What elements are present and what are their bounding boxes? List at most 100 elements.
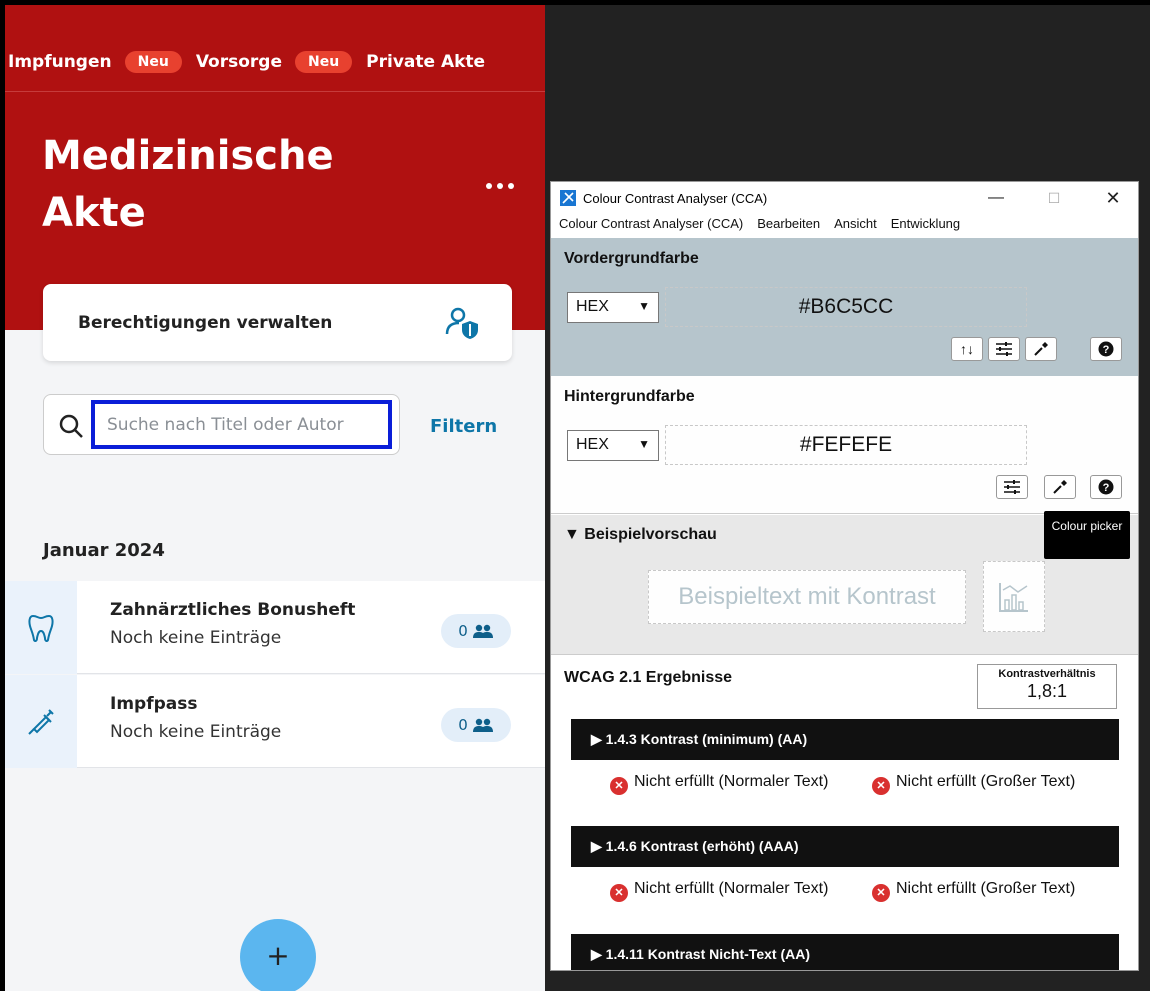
chart-icon	[999, 582, 1028, 612]
people-icon	[472, 718, 493, 732]
result-normal-text: ✕ Nicht erfüllt (Normaler Text)	[610, 773, 840, 795]
fail-icon: ✕	[610, 777, 628, 795]
results-section: WCAG 2.1 Ergebnisse Kontrastverhältnis 1…	[551, 655, 1138, 970]
fail-icon: ✕	[872, 777, 890, 795]
foreground-sliders-button[interactable]	[988, 337, 1020, 361]
criterion-1-4-11[interactable]: ▶ 1.4.11 Kontrast Nicht-Text (AA)	[571, 934, 1119, 970]
preview-sample-text: Beispieltext mit Kontrast	[648, 570, 966, 624]
search-box	[43, 394, 400, 455]
filter-button[interactable]: Filtern	[430, 416, 497, 437]
foreground-heading: Vordergrundfarbe	[564, 250, 699, 267]
fail-icon: ✕	[610, 884, 628, 902]
preview-toggle[interactable]: ▼ Beispielvorschau	[564, 526, 717, 544]
window-titlebar[interactable]: Colour Contrast Analyser (CCA) — ☐ ✕	[551, 182, 1138, 214]
format-value: HEX	[576, 436, 609, 453]
record-subtitle: Noch keine Einträge	[110, 628, 282, 648]
people-icon	[472, 624, 493, 638]
result-label: Nicht erfüllt (Normaler Text)	[634, 773, 829, 790]
user-shield-icon	[445, 307, 478, 339]
menu-app[interactable]: Colour Contrast Analyser (CCA)	[559, 216, 743, 236]
menu-develop[interactable]: Entwicklung	[891, 216, 960, 236]
result-label: Nicht erfüllt (Normaler Text)	[634, 880, 829, 897]
count-value: 0	[458, 622, 468, 640]
app-header: Impfungen Neu Vorsorge Neu Private Akte …	[5, 5, 545, 330]
colour-contrast-analyser-window: Colour Contrast Analyser (CCA) — ☐ ✕ Col…	[550, 181, 1139, 971]
menu-bar: Colour Contrast Analyser (CCA) Bearbeite…	[559, 216, 960, 236]
foreground-section: Vordergrundfarbe HEX ▼ #B6C5CC ↑↓ ?	[551, 238, 1138, 376]
record-icon-cell	[5, 675, 77, 768]
fail-icon: ✕	[872, 884, 890, 902]
shared-count-badge: 0	[441, 708, 511, 742]
results-heading: WCAG 2.1 Ergebnisse	[564, 669, 733, 686]
result-label: Nicht erfüllt (Großer Text)	[896, 773, 1076, 790]
result-normal-text: ✕ Nicht erfüllt (Normaler Text)	[610, 880, 840, 902]
ratio-value: 1,8:1	[1026, 681, 1068, 701]
ellipsis-icon[interactable]	[483, 177, 517, 195]
eyedropper-icon	[1034, 342, 1048, 356]
eyedropper-icon	[1053, 480, 1067, 494]
record-title: Impfpass	[110, 694, 198, 714]
swap-colours-button[interactable]: ↑↓	[951, 337, 983, 361]
result-label: Nicht erfüllt (Großer Text)	[896, 880, 1076, 897]
background-heading: Hintergrundfarbe	[564, 388, 695, 405]
tab-vaccinations[interactable]: Impfungen	[8, 52, 112, 72]
search-icon	[59, 414, 83, 438]
foreground-picker-button[interactable]	[1025, 337, 1057, 361]
manage-permissions-card[interactable]: Berechtigungen verwalten	[43, 284, 512, 361]
month-heading: Januar 2024	[43, 540, 165, 561]
add-entry-button[interactable]: +	[240, 919, 316, 991]
syringe-icon	[28, 708, 54, 735]
sliders-icon	[996, 342, 1012, 356]
tab-prevention[interactable]: Vorsorge	[196, 52, 282, 72]
foreground-format-select[interactable]: HEX ▼	[567, 292, 659, 323]
menu-view[interactable]: Ansicht	[834, 216, 877, 236]
tab-private-record[interactable]: Private Akte	[366, 52, 485, 72]
record-icon-cell	[5, 581, 77, 674]
record-row[interactable]: Impfpass Noch keine Einträge 0	[5, 675, 545, 768]
background-format-select[interactable]: HEX ▼	[567, 430, 659, 461]
preview-graphic	[983, 561, 1045, 632]
cca-app-icon	[560, 190, 576, 206]
menu-edit[interactable]: Bearbeiten	[757, 216, 820, 236]
search-input[interactable]	[91, 400, 392, 449]
criterion-1-4-3[interactable]: ▶ 1.4.3 Kontrast (minimum) (AA)	[571, 719, 1119, 760]
foreground-help-button[interactable]: ?	[1090, 337, 1122, 361]
format-value: HEX	[576, 298, 609, 315]
chevron-down-icon: ▼	[638, 437, 650, 451]
medical-record-app: Impfungen Neu Vorsorge Neu Private Akte …	[5, 5, 545, 991]
criterion-1-4-6[interactable]: ▶ 1.4.6 Kontrast (erhöht) (AAA)	[571, 826, 1119, 867]
maximize-button[interactable]: ☐	[1039, 186, 1069, 210]
minimize-button[interactable]: —	[981, 186, 1011, 210]
tab-bar: Impfungen Neu Vorsorge Neu Private Akte	[8, 49, 485, 75]
tooth-icon	[28, 614, 54, 642]
count-value: 0	[458, 716, 468, 734]
ratio-label: Kontrastverhältnis	[998, 668, 1096, 680]
new-badge: Neu	[294, 51, 353, 73]
help-icon: ?	[1098, 341, 1114, 357]
record-row[interactable]: Zahnärztliches Bonusheft Noch keine Eint…	[5, 581, 545, 674]
shared-count-badge: 0	[441, 614, 511, 648]
background-section: Hintergrundfarbe HEX ▼ #FEFEFE ?	[551, 376, 1138, 514]
permissions-label: Berechtigungen verwalten	[78, 313, 333, 333]
help-icon: ?	[1098, 479, 1114, 495]
sliders-icon	[1004, 480, 1020, 494]
background-sliders-button[interactable]	[996, 475, 1028, 499]
record-subtitle: Noch keine Einträge	[110, 722, 282, 742]
svg-text:?: ?	[1103, 344, 1110, 356]
background-hex-input[interactable]: #FEFEFE	[665, 425, 1027, 465]
background-help-button[interactable]: ?	[1090, 475, 1122, 499]
colour-picker-tooltip: Colour picker	[1044, 511, 1130, 559]
result-large-text: ✕ Nicht erfüllt (Großer Text)	[872, 773, 1132, 795]
page-title: Medizinische Akte	[42, 133, 334, 236]
contrast-ratio-box: Kontrastverhältnis 1,8:1	[977, 664, 1117, 709]
foreground-hex-input[interactable]: #B6C5CC	[665, 287, 1027, 327]
tab-divider	[5, 91, 545, 92]
close-button[interactable]: ✕	[1098, 186, 1128, 210]
new-badge: Neu	[124, 51, 182, 73]
record-title: Zahnärztliches Bonusheft	[110, 600, 356, 620]
result-large-text: ✕ Nicht erfüllt (Großer Text)	[872, 880, 1132, 902]
background-picker-button[interactable]	[1044, 475, 1076, 499]
swap-icon: ↑↓	[960, 341, 974, 357]
svg-text:?: ?	[1103, 482, 1110, 494]
window-title: Colour Contrast Analyser (CCA)	[583, 191, 768, 206]
